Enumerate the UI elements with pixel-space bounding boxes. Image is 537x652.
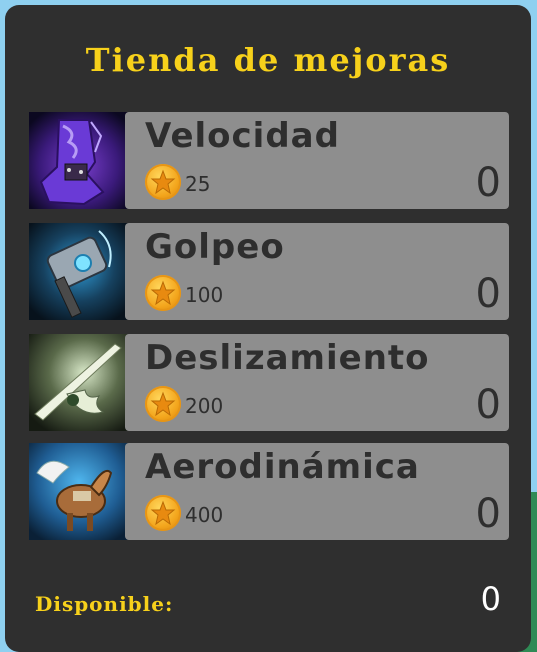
coin-icon	[145, 275, 181, 311]
boot-icon	[29, 112, 129, 209]
upgrade-level: 0	[475, 160, 501, 206]
winged-sword-icon	[29, 334, 129, 431]
pegasus-icon	[29, 443, 129, 540]
upgrade-row-golpeo[interactable]: Golpeo 100 0	[29, 223, 509, 320]
available-label: Disponible:	[35, 592, 174, 616]
upgrade-card[interactable]: Aerodinámica 400 0	[125, 443, 509, 540]
upgrade-cost: 400	[185, 503, 224, 527]
coin-icon	[145, 495, 181, 531]
upgrade-row-aerodinamica[interactable]: Aerodinámica 400 0	[29, 443, 509, 540]
upgrade-card[interactable]: Deslizamiento 200 0	[125, 334, 509, 431]
shop-title: Tienda de mejoras	[85, 41, 451, 79]
upgrade-name: Velocidad	[145, 116, 340, 156]
hammer-icon	[29, 223, 129, 320]
upgrade-row-deslizamiento[interactable]: Deslizamiento 200 0	[29, 334, 509, 431]
upgrade-row-velocidad[interactable]: Velocidad 25 0	[29, 112, 509, 209]
upgrade-card[interactable]: Velocidad 25 0	[125, 112, 509, 209]
upgrade-cost: 25	[185, 172, 211, 196]
upgrade-level: 0	[475, 382, 501, 428]
coin-icon	[145, 386, 181, 422]
upgrade-shop-panel: Tienda de mejoras Velocidad 25 0 Golpeo …	[5, 5, 531, 652]
upgrade-name: Aerodinámica	[145, 447, 420, 487]
upgrade-cost: 200	[185, 394, 224, 418]
upgrade-level: 0	[475, 491, 501, 537]
available-value: 0	[480, 580, 501, 618]
upgrade-cost: 100	[185, 283, 224, 307]
upgrade-name: Golpeo	[145, 227, 285, 267]
upgrade-card[interactable]: Golpeo 100 0	[125, 223, 509, 320]
coin-icon	[145, 164, 181, 200]
upgrade-name: Deslizamiento	[145, 338, 430, 378]
upgrade-level: 0	[475, 271, 501, 317]
